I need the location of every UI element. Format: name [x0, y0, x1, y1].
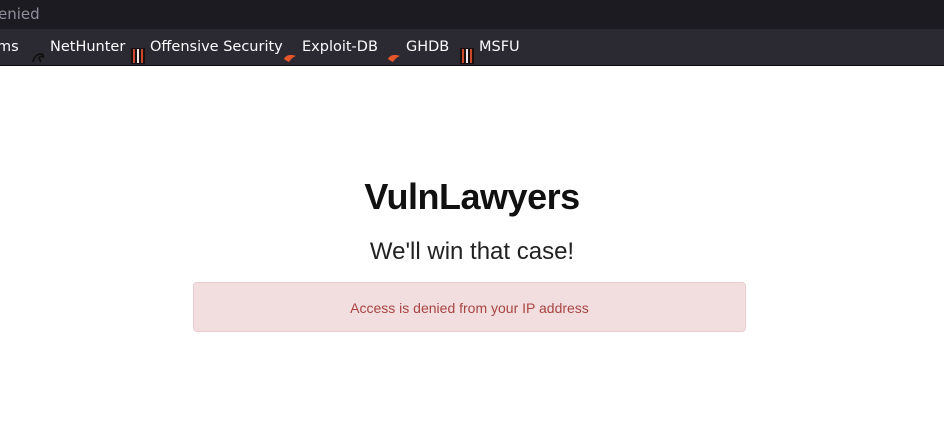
page-subtitle: We'll win that case! — [369, 238, 575, 265]
bookmark-msfu[interactable]: MSFU — [460, 29, 520, 65]
bookmark-label: Exploit-DB — [302, 39, 378, 55]
window-titlebar: enied — [0, 0, 944, 29]
alert-message: Access is denied from your IP address — [350, 300, 589, 316]
ghdb-icon — [387, 40, 401, 62]
bookmarks-toolbar: ms NetHunter Offensive Security Exploit-… — [0, 29, 944, 66]
bookmark-offensive-security[interactable]: Offensive Security — [131, 29, 283, 65]
msfu-icon — [460, 40, 474, 64]
page-title: VulnLawyers — [364, 176, 580, 217]
page-content: VulnLawyers We'll win that case! Access … — [0, 66, 944, 426]
bookmark-ghdb[interactable]: GHDB — [387, 29, 449, 65]
exploit-db-icon — [283, 40, 297, 62]
bookmark-label: ms — [0, 39, 19, 55]
kali-dragon-icon — [31, 40, 45, 63]
bookmark-label: NetHunter — [50, 39, 126, 55]
offsec-icon — [131, 40, 145, 64]
window-title: enied — [0, 5, 40, 23]
bookmark-label: GHDB — [406, 39, 450, 55]
bookmark-label: MSFU — [479, 39, 520, 55]
bookmark-nethunter[interactable]: NetHunter — [31, 29, 125, 65]
bookmark-item-truncated[interactable]: ms — [0, 29, 19, 65]
access-denied-alert: Access is denied from your IP address — [193, 282, 746, 332]
bookmark-exploit-db[interactable]: Exploit-DB — [283, 29, 378, 65]
bookmark-label: Offensive Security — [150, 39, 283, 55]
